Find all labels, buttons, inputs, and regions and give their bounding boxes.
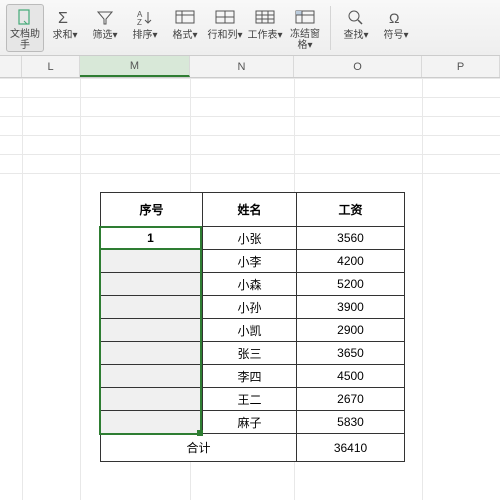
symbol-icon: Ω: [385, 8, 407, 28]
cell-name[interactable]: 小孙: [203, 296, 297, 319]
tool-sum[interactable]: Σ 求和▾: [46, 4, 84, 52]
table-row: 小凯2900: [101, 319, 405, 342]
sum-icon: Σ: [54, 8, 76, 28]
cell-name[interactable]: 李四: [203, 365, 297, 388]
col-header[interactable]: N: [190, 56, 294, 77]
tool-find[interactable]: 查找▾: [337, 4, 375, 52]
header-name[interactable]: 姓名: [203, 193, 297, 227]
cell-name[interactable]: 小森: [203, 273, 297, 296]
svg-text:Z: Z: [137, 18, 142, 27]
col-header[interactable]: L: [22, 56, 80, 77]
rowcol-icon: [214, 8, 236, 28]
tool-label: 符号▾: [383, 30, 408, 41]
freeze-icon: [294, 8, 316, 27]
cell-name[interactable]: 小李: [203, 250, 297, 273]
tool-label: 行和列▾: [207, 30, 242, 41]
total-value[interactable]: 36410: [297, 434, 405, 462]
sort-icon: AZ: [134, 8, 156, 28]
cell-seq[interactable]: [101, 365, 203, 388]
tool-label: 筛选▾: [92, 30, 117, 41]
tool-rowcol[interactable]: 行和列▾: [206, 4, 244, 52]
cell-salary[interactable]: 2670: [297, 388, 405, 411]
cell-seq[interactable]: [101, 388, 203, 411]
tool-label: 文档助手: [7, 29, 43, 51]
svg-text:Ω: Ω: [389, 10, 399, 26]
tool-sort[interactable]: AZ 排序▾: [126, 4, 164, 52]
col-header-corner[interactable]: [0, 56, 22, 77]
table-row: 小李4200: [101, 250, 405, 273]
cell-salary[interactable]: 4200: [297, 250, 405, 273]
cell-salary[interactable]: 3900: [297, 296, 405, 319]
cell-salary[interactable]: 4500: [297, 365, 405, 388]
tool-label: 查找▾: [343, 30, 368, 41]
table-row: 麻子5830: [101, 411, 405, 434]
cell-seq[interactable]: [101, 296, 203, 319]
cell-name[interactable]: 小张: [203, 227, 297, 250]
doc-icon: [14, 8, 36, 27]
cell-salary[interactable]: 2900: [297, 319, 405, 342]
tool-label: 求和▾: [52, 30, 77, 41]
tool-symbol[interactable]: Ω 符号▾: [377, 4, 415, 52]
tool-label: 排序▾: [132, 30, 157, 41]
active-cell[interactable]: 1: [99, 226, 202, 250]
col-header-selected[interactable]: M: [80, 56, 190, 77]
cell-salary[interactable]: 5830: [297, 411, 405, 434]
cell-name[interactable]: 麻子: [203, 411, 297, 434]
format-icon: [174, 8, 196, 28]
cell-grid[interactable]: 序号 姓名 工资 1 小张3560小李4200小森5200小孙3900小凯2900…: [0, 78, 500, 500]
tool-label: 工作表▾: [247, 30, 282, 41]
tool-label: 冻结窗格▾: [287, 29, 323, 51]
total-row: 合计 36410: [101, 434, 405, 462]
separator: [330, 6, 331, 50]
header-seq[interactable]: 序号: [101, 193, 203, 227]
tool-doc-assistant[interactable]: 文档助手: [6, 4, 44, 52]
svg-text:Σ: Σ: [58, 10, 68, 27]
header-salary[interactable]: 工资: [297, 193, 405, 227]
cell-seq[interactable]: [101, 342, 203, 365]
table-row: 小森5200: [101, 273, 405, 296]
active-cell-value: 1: [147, 231, 154, 245]
column-headers: L M N O P: [0, 56, 500, 78]
cell-seq[interactable]: [101, 319, 203, 342]
tool-worksheet[interactable]: 工作表▾: [246, 4, 284, 52]
table-row: 张三3650: [101, 342, 405, 365]
table-row: 小孙3900: [101, 296, 405, 319]
tool-filter[interactable]: 筛选▾: [86, 4, 124, 52]
tool-label: 格式▾: [172, 30, 197, 41]
cell-seq[interactable]: [101, 250, 203, 273]
col-header[interactable]: O: [294, 56, 422, 77]
cell-name[interactable]: 王二: [203, 388, 297, 411]
find-icon: [345, 8, 367, 28]
cell-seq[interactable]: [101, 273, 203, 296]
cell-name[interactable]: 小凯: [203, 319, 297, 342]
tool-format[interactable]: 格式▾: [166, 4, 204, 52]
total-label[interactable]: 合计: [101, 434, 297, 462]
sheet-icon: [254, 8, 276, 28]
cell-salary[interactable]: 3650: [297, 342, 405, 365]
cell-salary[interactable]: 3560: [297, 227, 405, 250]
spreadsheet-area[interactable]: L M N O P 序号 姓名 工资 1 小张3560小李4200小森5200小孙…: [0, 56, 500, 500]
table-row: 李四4500: [101, 365, 405, 388]
ribbon-toolbar: 文档助手 Σ 求和▾ 筛选▾ AZ 排序▾ 格式▾ 行和列▾ 工作表▾ 冻结窗格…: [0, 0, 500, 56]
cell-name[interactable]: 张三: [203, 342, 297, 365]
cell-seq[interactable]: [101, 411, 203, 434]
col-header[interactable]: P: [422, 56, 500, 77]
cell-salary[interactable]: 5200: [297, 273, 405, 296]
filter-icon: [94, 8, 116, 28]
table-header-row: 序号 姓名 工资: [101, 193, 405, 227]
tool-freeze[interactable]: 冻结窗格▾: [286, 4, 324, 52]
table-row: 王二2670: [101, 388, 405, 411]
